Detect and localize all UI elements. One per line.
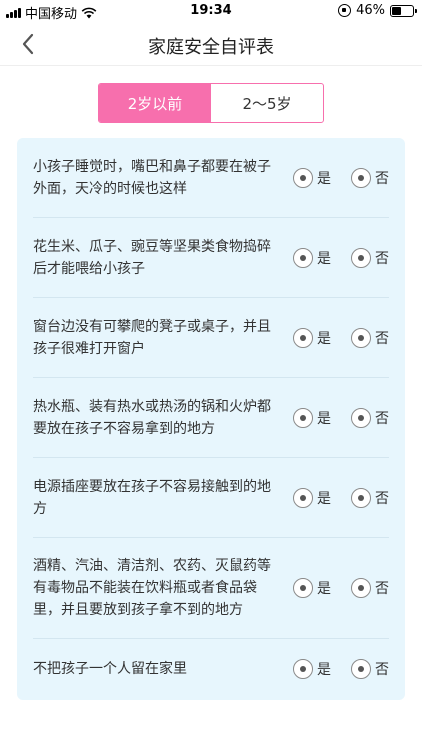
answer-options: 是 否: [293, 407, 389, 428]
answer-yes-label: 是: [317, 581, 331, 597]
navigation-bar: 家庭安全自评表: [0, 22, 422, 66]
question-text: 小孩子睡觉时，嘴巴和鼻子都要在被子外面，天冷的时候也这样: [33, 158, 271, 197]
radio-icon: [293, 578, 313, 598]
answer-no-label: 否: [375, 410, 389, 427]
answer-yes-label: 是: [317, 490, 331, 507]
question-row: 电源插座要放在孩子不容易接触到的地方 是 否: [33, 458, 389, 538]
radio-icon: [351, 247, 371, 268]
answer-yes[interactable]: 是: [293, 327, 331, 348]
radio-icon: [351, 167, 371, 188]
answer-options: 是 否: [293, 247, 389, 268]
answer-options: 是 否: [293, 659, 389, 679]
answer-yes[interactable]: 是: [293, 578, 331, 598]
answer-no[interactable]: 否: [351, 247, 389, 268]
answer-no[interactable]: 否: [351, 487, 389, 508]
radio-icon: [351, 487, 371, 508]
answer-no-label: 否: [375, 170, 389, 187]
radio-icon: [351, 407, 371, 428]
answer-no-label: 否: [375, 581, 389, 597]
age-tabs: 2岁以前 2～5岁: [98, 83, 324, 123]
status-bar: 中国移动 19:34 46%: [0, 0, 422, 22]
question-row: 不把孩子一个人留在家里 是 否: [33, 639, 389, 699]
radio-icon: [293, 167, 313, 188]
radio-icon: [293, 407, 313, 428]
question-row: 花生米、瓜子、豌豆等坚果类食物捣碎后才能喂给小孩子 是 否: [33, 218, 389, 298]
question-text: 窗台边没有可攀爬的凳子或桌子，并且孩子很难打开窗户: [33, 318, 271, 357]
answer-no[interactable]: 否: [351, 167, 389, 188]
question-text: 花生米、瓜子、豌豆等坚果类食物捣碎后才能喂给小孩子: [33, 238, 271, 277]
radio-icon: [293, 247, 313, 268]
answer-yes-label: 是: [317, 410, 331, 427]
question-row: 酒精、汽油、清洁剂、农药、灭鼠药等有毒物品不能装在饮料瓶或者食品袋里，并且要放到…: [33, 538, 389, 639]
answer-yes[interactable]: 是: [293, 167, 331, 188]
radio-icon: [293, 487, 313, 508]
answer-options: 是 否: [293, 167, 389, 188]
radio-icon: [351, 659, 371, 679]
tab-before-2[interactable]: 2岁以前: [99, 84, 211, 122]
radio-icon: [293, 327, 313, 348]
answer-no-label: 否: [375, 490, 389, 507]
question-row: 窗台边没有可攀爬的凳子或桌子，并且孩子很难打开窗户 是 否: [33, 298, 389, 378]
battery-level: [392, 6, 402, 15]
answer-no[interactable]: 否: [351, 327, 389, 348]
answer-options: 是 否: [293, 578, 389, 598]
answer-no-label: 否: [375, 330, 389, 347]
question-row: 热水瓶、装有热水或热汤的锅和火炉都要放在孩子不容易拿到的地方 是 否: [33, 378, 389, 458]
answer-yes-label: 是: [317, 170, 331, 187]
answer-no[interactable]: 否: [351, 578, 389, 598]
answer-no-label: 否: [375, 250, 389, 267]
tab-2-to-5[interactable]: 2～5岁: [211, 84, 323, 122]
rotation-lock-icon: [338, 4, 352, 17]
answer-yes[interactable]: 是: [293, 407, 331, 428]
answer-no[interactable]: 否: [351, 407, 389, 428]
answer-yes[interactable]: 是: [293, 487, 331, 508]
question-row: 小孩子睡觉时，嘴巴和鼻子都要在被子外面，天冷的时候也这样 是 否: [33, 138, 389, 218]
radio-icon: [351, 578, 371, 598]
question-text: 酒精、汽油、清洁剂、农药、灭鼠药等有毒物品不能装在饮料瓶或者食品袋里，并且要放到…: [33, 558, 271, 618]
page-title: 家庭安全自评表: [148, 37, 274, 58]
question-text: 电源插座要放在孩子不容易接触到的地方: [33, 478, 271, 517]
answer-yes-label: 是: [317, 330, 331, 347]
battery-percent: 46%: [356, 3, 385, 18]
answer-options: 是 否: [293, 327, 389, 348]
question-text: 热水瓶、装有热水或热汤的锅和火炉都要放在孩子不容易拿到的地方: [33, 398, 271, 437]
battery-icon: [390, 4, 417, 17]
answer-options: 是 否: [293, 487, 389, 508]
status-right: 46%: [338, 3, 417, 18]
radio-icon: [351, 327, 371, 348]
answer-yes[interactable]: 是: [293, 659, 331, 679]
questions-card: 小孩子睡觉时，嘴巴和鼻子都要在被子外面，天冷的时候也这样 是 否 花生米、瓜子、…: [17, 138, 405, 700]
answer-yes-label: 是: [317, 662, 331, 678]
question-text: 不把孩子一个人留在家里: [33, 661, 187, 677]
answer-yes-label: 是: [317, 250, 331, 267]
radio-icon: [293, 659, 313, 679]
answer-yes[interactable]: 是: [293, 247, 331, 268]
answer-no-label: 否: [375, 662, 389, 678]
answer-no[interactable]: 否: [351, 659, 389, 679]
